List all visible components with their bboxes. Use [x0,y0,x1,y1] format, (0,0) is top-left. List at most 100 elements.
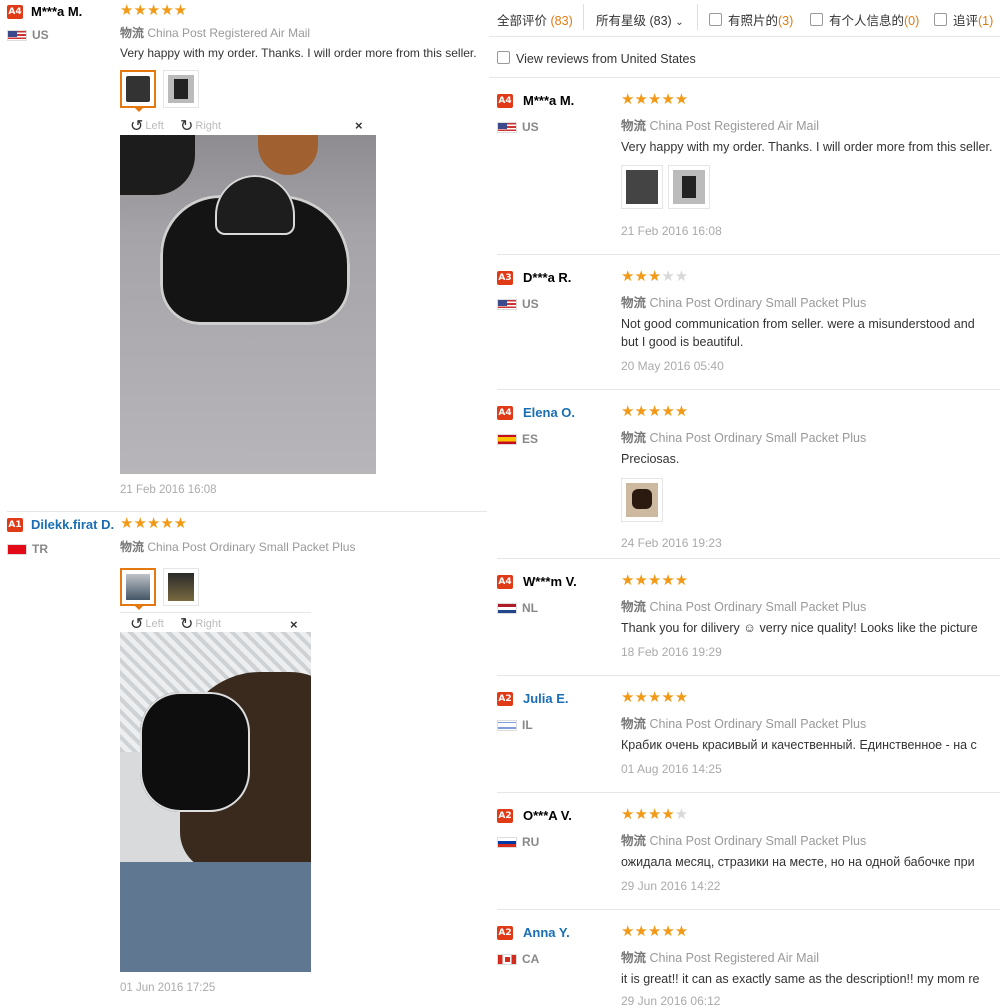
review-text: Not good communication from seller. were… [621,317,975,331]
selected-pointer [133,106,145,112]
review-date: 18 Feb 2016 19:29 [621,645,722,659]
rating-stars: ★★★★★ [621,806,689,823]
checkbox[interactable] [709,13,722,26]
reviewer-country: NL [497,601,538,615]
close-viewer-button[interactable]: × [290,617,298,632]
review-photo-thumb[interactable] [120,568,156,606]
shipping-method: 物流 China Post Registered Air Mail [621,119,820,133]
reviewer-name[interactable]: W***m V. [523,574,577,589]
shipping-method: 物流 China Post Ordinary Small Packet Plus [621,834,867,848]
review-text: Very happy with my order. Thanks. I will… [120,46,477,60]
divider [583,4,584,30]
review-text-line2: but I good is beautiful. [621,335,744,349]
rotate-right-icon: ↻ [180,616,194,633]
buyer-level-badge: A1 [7,518,23,532]
divider [497,909,1000,910]
review-date: 29 Jun 2016 14:22 [621,879,721,893]
buyer-level-badge: A4 [7,5,23,19]
reviewer-name[interactable]: O***A V. [523,808,572,823]
reviewer-name[interactable]: D***a R. [523,270,571,285]
shipping-method: 物流 China Post Ordinary Small Packet Plus [621,717,867,731]
review-photo-thumb[interactable] [120,70,156,108]
filter-country[interactable]: View reviews from United States [497,51,696,66]
checkbox[interactable] [810,13,823,26]
buyer-level-badge: A4 [497,94,513,108]
review-photo-thumb[interactable] [621,478,663,522]
reviewer-country: CA [497,952,539,966]
review-text: it is great!! it can as exactly same as … [621,972,980,986]
star-filter-select[interactable]: 所有星级 (83) ⌄ [596,10,684,29]
review-date: 21 Feb 2016 16:08 [621,224,722,238]
checkbox[interactable] [934,13,947,26]
review-date: 01 Jun 2016 17:25 [120,982,216,994]
review-photo-thumb[interactable] [163,568,199,606]
divider [489,77,1000,78]
shipping-method: 物流 China Post Ordinary Small Packet Plus [120,540,356,554]
filter-followup[interactable]: 追评(1) [934,10,993,29]
review-text: Thank you for dilivery ☺ verry nice qual… [621,621,978,635]
us-flag-icon [497,299,517,311]
shipping-method: 物流 China Post Ordinary Small Packet Plus [621,600,867,614]
rotate-left-icon: ↺ [130,118,144,135]
reviewer-country: RU [497,835,539,849]
shipping-method: 物流 China Post Registered Air Mail [621,951,820,965]
divider [697,4,698,30]
es-flag-icon [497,434,517,446]
rating-stars: ★★★★★ [120,515,188,532]
filter-personal-info[interactable]: 有个人信息的(0) [810,10,919,29]
rotate-left-button[interactable]: ↺ Left [130,116,164,136]
reviewer-name[interactable]: Anna Y. [523,925,570,940]
checkbox[interactable] [497,51,510,64]
rating-stars: ★★★★★ [621,403,689,420]
filter-all-reviews[interactable]: 全部评价 (83) [497,10,573,29]
ca-flag-icon [497,954,517,966]
review-photo-thumb[interactable] [621,165,663,209]
divider [7,511,487,512]
rotate-right-button[interactable]: ↻ Right [180,116,221,136]
buyer-level-badge: A4 [497,406,513,420]
shipping-method: 物流 China Post Registered Air Mail [120,26,311,40]
review-photo-large [120,135,376,474]
reviewer-country: TR [7,542,48,556]
rotate-right-button[interactable]: ↻ Right [180,614,221,634]
review-photo-thumb[interactable] [163,70,199,108]
divider [497,558,1000,559]
chevron-down-icon: ⌄ [675,17,684,28]
divider [489,36,1000,37]
tr-flag-icon [7,544,27,556]
review-date: 24 Feb 2016 19:23 [621,536,722,550]
reviewer-name[interactable]: Julia E. [523,691,569,706]
rotate-left-icon: ↺ [130,616,144,633]
us-flag-icon [7,30,27,42]
reviewer-name[interactable]: M***a M. [523,93,574,108]
rating-stars: ★★★★★ [621,91,689,108]
filter-with-photos[interactable]: 有照片的(3) [709,10,793,29]
reviewer-country: ES [497,432,538,446]
rating-stars: ★★★★★ [621,923,689,940]
buyer-level-badge: A2 [497,809,513,823]
divider [497,792,1000,793]
rotate-left-button[interactable]: ↺ Left [130,614,164,634]
buyer-level-badge: A4 [497,575,513,589]
divider [120,612,311,613]
close-viewer-button[interactable]: × [355,118,363,133]
review-date: 01 Aug 2016 14:25 [621,762,722,776]
reviewer-country: IL [497,718,533,732]
divider [497,675,1000,676]
review-text: Preciosas. [621,452,680,466]
reviewer-name[interactable]: Elena O. [523,405,575,420]
review-date: 29 Jun 2016 06:12 [621,994,721,1008]
rating-stars: ★★★★★ [621,572,689,589]
reviewer-name[interactable]: M***a M. [31,4,82,19]
rating-stars: ★★★★★ [621,689,689,706]
reviewer-country: US [7,28,49,42]
buyer-level-badge: A2 [497,692,513,706]
review-photo-thumb[interactable] [668,165,710,209]
reviewer-name[interactable]: Dilekk.firat D. [31,517,114,532]
selected-pointer [133,604,145,610]
review-photo-large [120,632,311,972]
divider [497,389,1000,390]
review-text: Крабик очень красивый и качественный. Ед… [621,738,977,752]
reviewer-country: US [497,297,539,311]
rotate-right-icon: ↻ [180,118,194,135]
